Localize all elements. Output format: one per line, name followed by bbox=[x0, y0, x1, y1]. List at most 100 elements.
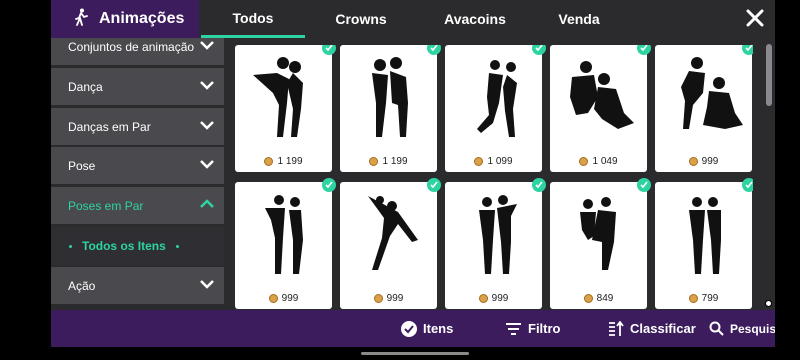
coin-icon bbox=[478, 294, 488, 303]
sidebar-subitem-label: Todos os Itens bbox=[82, 239, 166, 253]
coin-icon bbox=[373, 294, 383, 303]
price: 849 bbox=[550, 293, 647, 304]
price-value: 999 bbox=[281, 293, 299, 304]
animation-card[interactable]: 1 199 bbox=[340, 45, 441, 172]
close-icon bbox=[746, 9, 764, 27]
sort-button[interactable]: Classificar bbox=[608, 310, 696, 347]
filter-icon bbox=[506, 322, 521, 335]
sidebar-subitem-todos-os-itens[interactable]: Todos os Itens bbox=[51, 227, 224, 265]
price: 1 199 bbox=[235, 156, 332, 167]
bullet-dot bbox=[175, 244, 179, 248]
animation-card[interactable]: 999 bbox=[655, 45, 753, 172]
coin-icon bbox=[264, 157, 274, 166]
tab-crowns[interactable]: Crowns bbox=[305, 0, 417, 38]
price: 999 bbox=[445, 293, 542, 304]
check-icon bbox=[322, 45, 336, 55]
price-value: 999 bbox=[701, 156, 719, 167]
sidebar-item-danca[interactable]: Dança bbox=[51, 68, 224, 105]
couple-pose-image bbox=[265, 195, 303, 274]
price: 1 049 bbox=[550, 156, 647, 167]
check-icon bbox=[532, 45, 546, 55]
bottom-toolbar: Itens Filtro Classificar Pesquisa bbox=[51, 310, 775, 347]
sidebar-item-label: Danças em Par bbox=[68, 119, 151, 134]
couple-pose-image bbox=[570, 61, 634, 129]
tab-venda[interactable]: Venda bbox=[533, 0, 625, 38]
chevron-up-icon bbox=[200, 199, 214, 208]
price-value: 999 bbox=[491, 293, 509, 304]
couple-pose-image bbox=[372, 57, 408, 137]
chevron-down-icon bbox=[200, 121, 214, 130]
sidebar-item-dancas-em-par[interactable]: Danças em Par bbox=[51, 108, 224, 145]
couple-pose-image bbox=[477, 60, 517, 137]
sidebar-item-label: Dança bbox=[68, 79, 103, 94]
check-circle-icon bbox=[401, 320, 417, 337]
animation-card[interactable]: 999 bbox=[445, 178, 546, 309]
items-button[interactable]: Itens bbox=[401, 310, 453, 347]
coin-icon bbox=[688, 157, 698, 166]
chevron-down-icon bbox=[200, 41, 214, 50]
animation-card[interactable]: 999 bbox=[235, 178, 336, 309]
price: 799 bbox=[655, 293, 752, 304]
animation-card[interactable]: 1 199 bbox=[235, 45, 336, 172]
animation-card[interactable]: 1 099 bbox=[445, 45, 546, 172]
sort-label: Classificar bbox=[630, 321, 696, 336]
sidebar-item-label: Ação bbox=[68, 278, 96, 293]
coin-icon bbox=[688, 294, 698, 303]
couple-pose-image bbox=[681, 57, 743, 129]
sidebar-item-acao[interactable]: Ação bbox=[51, 267, 224, 304]
price-value: 1 049 bbox=[592, 156, 618, 167]
sort-icon bbox=[609, 320, 624, 336]
coin-icon bbox=[474, 157, 484, 166]
sidebar-item-poses-em-par[interactable]: Poses em Par bbox=[51, 187, 224, 224]
price: 999 bbox=[235, 293, 332, 304]
category-sidebar: Conjuntos de animação Dança Danças em Pa… bbox=[51, 38, 224, 308]
sidebar-item-pose[interactable]: Pose bbox=[51, 147, 224, 184]
scroll-indicator-dot bbox=[765, 300, 772, 307]
price-value: 1 099 bbox=[487, 156, 513, 167]
home-indicator[interactable] bbox=[361, 352, 469, 355]
animation-card[interactable]: 1 049 bbox=[550, 45, 651, 172]
sidebar-item-conjuntos[interactable]: Conjuntos de animação bbox=[51, 38, 224, 65]
check-icon bbox=[637, 45, 651, 55]
price-value: 999 bbox=[386, 293, 404, 304]
check-icon bbox=[427, 178, 441, 192]
chevron-down-icon bbox=[200, 81, 214, 90]
price: 1 099 bbox=[445, 156, 542, 167]
chevron-down-icon bbox=[200, 280, 214, 289]
sidebar-item-label: Poses em Par bbox=[68, 198, 144, 213]
search-button[interactable]: Pesquisa bbox=[709, 310, 775, 347]
couple-pose-image bbox=[689, 197, 721, 274]
tab-bar: Todos Crowns Avacoins Venda bbox=[201, 0, 625, 38]
animation-card[interactable]: 799 bbox=[655, 178, 753, 309]
tab-avacoins[interactable]: Avacoins bbox=[417, 0, 533, 38]
search-label: Pesquisa bbox=[730, 321, 775, 336]
price-value: 799 bbox=[701, 293, 719, 304]
header: Animações Todos Crowns Avacoins Venda bbox=[51, 0, 775, 38]
filter-label: Filtro bbox=[528, 321, 561, 336]
animation-card[interactable]: 999 bbox=[340, 178, 441, 309]
bullet-dot bbox=[69, 244, 72, 248]
couple-pose-image bbox=[479, 195, 517, 274]
grid-scrollbar[interactable] bbox=[766, 44, 772, 106]
sidebar-item-label: Pose bbox=[68, 158, 96, 173]
price-value: 849 bbox=[596, 293, 614, 304]
animation-grid: 1 199 1 199 1 099 1 049 999 999 999 999 … bbox=[233, 45, 753, 310]
title-box: Animações bbox=[51, 0, 199, 38]
check-icon bbox=[532, 178, 546, 192]
sidebar-item-label: Conjuntos de animação bbox=[68, 39, 195, 54]
dance-person-icon bbox=[73, 8, 89, 31]
animations-screen: Animações Todos Crowns Avacoins Venda Co… bbox=[51, 0, 775, 347]
filter-button[interactable]: Filtro bbox=[505, 310, 561, 347]
coin-icon bbox=[583, 294, 593, 303]
search-icon bbox=[709, 321, 724, 336]
items-label: Itens bbox=[423, 321, 454, 336]
page-title: Animações bbox=[99, 10, 185, 27]
price-value: 1 199 bbox=[277, 156, 303, 167]
coin-icon bbox=[579, 157, 589, 166]
animation-card[interactable]: 849 bbox=[550, 178, 651, 309]
close-button[interactable] bbox=[745, 8, 765, 28]
couple-pose-image bbox=[253, 57, 303, 137]
check-icon bbox=[427, 45, 441, 55]
couple-pose-image bbox=[580, 197, 616, 270]
tab-todos[interactable]: Todos bbox=[201, 0, 305, 38]
